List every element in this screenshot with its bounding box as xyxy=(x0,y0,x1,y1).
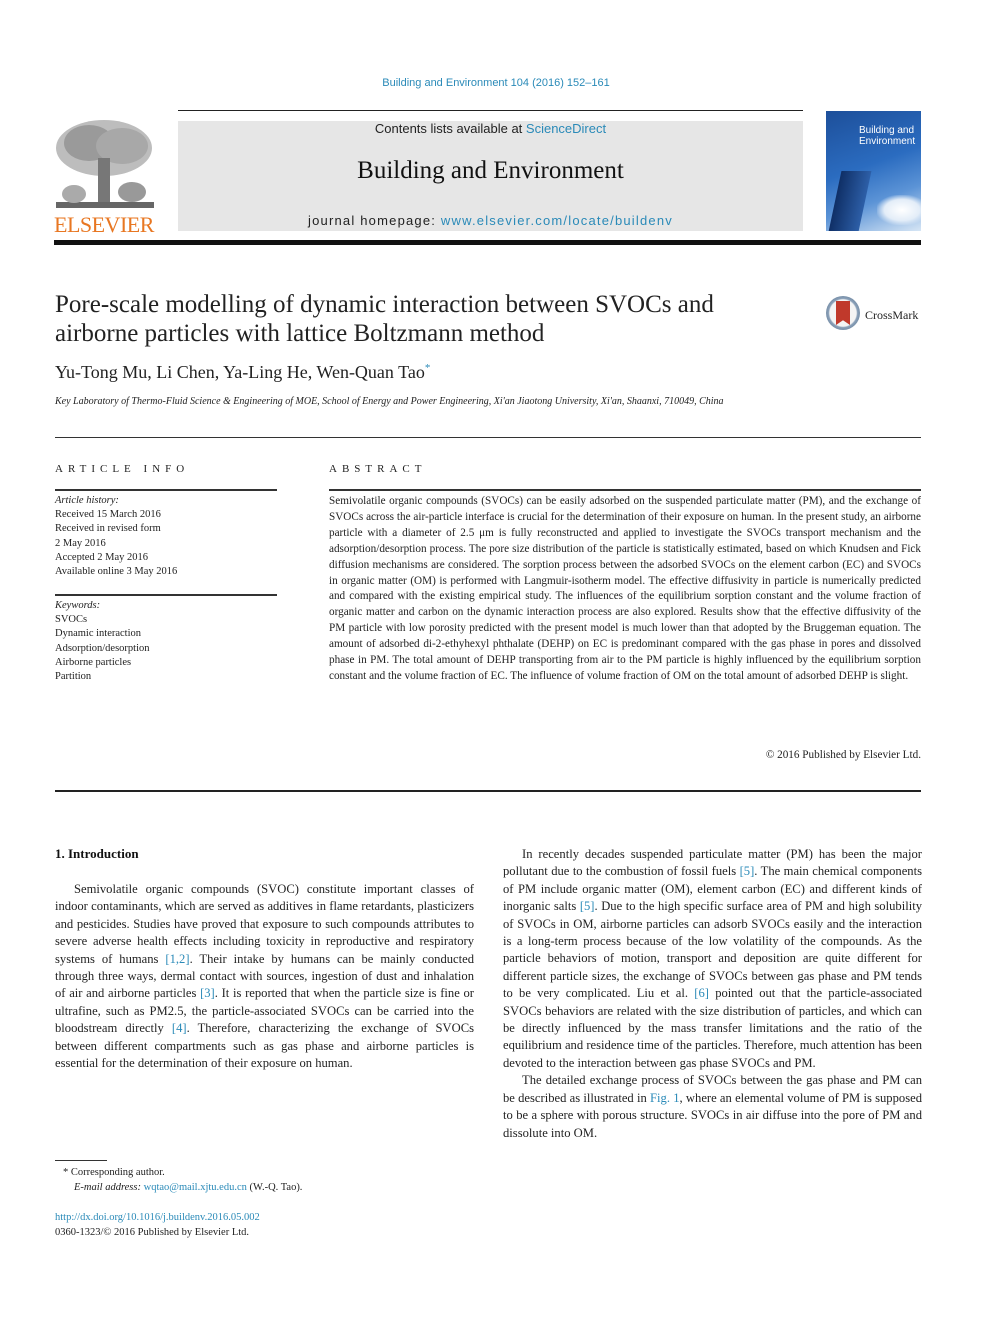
keyword: Adsorption/desorption xyxy=(55,642,150,654)
email-line: E-mail address: wqtao@mail.xjtu.edu.cn (… xyxy=(55,1180,302,1195)
author-list: Yu-Tong Mu, Li Chen, Ya-Ling He, Wen-Qua… xyxy=(55,362,430,383)
abstract-text: Semivolatile organic compounds (SVOCs) c… xyxy=(329,495,921,682)
paragraph: In recently decades suspended particulat… xyxy=(503,846,922,1072)
journal-cover-thumbnail[interactable]: Building and Environment xyxy=(826,111,921,231)
email-link[interactable]: wqtao@mail.xjtu.edu.cn xyxy=(144,1182,247,1193)
history-label: Article history: xyxy=(55,495,119,506)
corresponding-author-footnote: * Corresponding author. E-mail address: … xyxy=(55,1165,302,1195)
header-thick-rule xyxy=(54,240,921,245)
keyword: SVOCs xyxy=(55,614,88,626)
left-column: Semivolatile organic compounds (SVOC) co… xyxy=(55,881,474,1072)
email-suffix: (W.-Q. Tao). xyxy=(246,1182,303,1193)
elsevier-wordmark: ELSEVIER xyxy=(54,212,154,237)
doi-block: http://dx.doi.org/10.1016/j.buildenv.201… xyxy=(55,1210,260,1240)
paragraph: Semivolatile organic compounds (SVOC) co… xyxy=(55,881,474,1072)
keywords: Keywords: SVOCs Dynamic interaction Adso… xyxy=(55,599,150,684)
abstract-heading: ABSTRACT xyxy=(329,463,427,475)
keywords-rule xyxy=(55,594,277,596)
homepage-label: journal homepage: xyxy=(308,213,441,228)
history-item: Accepted 2 May 2016 xyxy=(55,551,149,563)
cover-title-line: Building and xyxy=(859,125,915,136)
keyword: Airborne particles xyxy=(55,656,132,668)
header-rule xyxy=(178,110,803,111)
reference-link[interactable]: [3] xyxy=(200,986,215,1000)
reference-link[interactable]: [4] xyxy=(172,1021,187,1035)
journal-masthead: Contents lists available at ScienceDirec… xyxy=(178,121,803,231)
authors-names: Yu-Tong Mu, Li Chen, Ya-Ling He, Wen-Qua… xyxy=(55,362,425,382)
doi-link[interactable]: http://dx.doi.org/10.1016/j.buildenv.201… xyxy=(55,1210,260,1225)
history-item: 2 May 2016 xyxy=(55,537,106,549)
affiliation: Key Laboratory of Thermo-Fluid Science &… xyxy=(55,396,724,407)
keyword: Dynamic interaction xyxy=(55,628,142,640)
abstract-copyright: © 2016 Published by Elsevier Ltd. xyxy=(765,749,921,761)
journal-citation[interactable]: Building and Environment 104 (2016) 152–… xyxy=(0,77,992,89)
journal-homepage-line: journal homepage: www.elsevier.com/locat… xyxy=(178,213,803,228)
cover-building-image xyxy=(826,171,872,231)
keywords-label: Keywords: xyxy=(55,600,101,611)
paragraph: The detailed exchange process of SVOCs b… xyxy=(503,1072,922,1142)
crossmark-label: CrossMark xyxy=(865,308,919,322)
article-info-rule xyxy=(55,489,277,491)
article-info-heading: ARTICLE INFO xyxy=(55,463,190,475)
history-item: Received 15 March 2016 xyxy=(55,509,161,521)
right-column: In recently decades suspended particulat… xyxy=(503,846,922,1142)
contents-label: Contents lists available at xyxy=(374,121,526,136)
homepage-link[interactable]: www.elsevier.com/locate/buildenv xyxy=(441,213,673,228)
abstract-end-rule xyxy=(55,790,921,792)
reference-link[interactable]: [1,2] xyxy=(165,952,189,966)
footnote-rule xyxy=(55,1160,107,1161)
article-history: Article history: Received 15 March 2016 … xyxy=(55,494,177,579)
history-item: Available online 3 May 2016 xyxy=(55,566,178,578)
keyword: Partition xyxy=(55,671,92,683)
reference-link[interactable]: [5] xyxy=(580,899,595,913)
issn-copyright: 0360-1323/© 2016 Published by Elsevier L… xyxy=(55,1227,250,1238)
crossmark-button[interactable]: CrossMark xyxy=(826,296,926,336)
figure-link[interactable]: Fig. 1 xyxy=(650,1091,680,1105)
sciencedirect-link[interactable]: ScienceDirect xyxy=(526,121,606,136)
reference-link[interactable]: [5] xyxy=(740,864,755,878)
corresponding-author-mark[interactable]: * xyxy=(425,362,431,374)
cover-cloud-image xyxy=(877,195,921,225)
abstract-rule xyxy=(329,489,921,491)
contents-line: Contents lists available at ScienceDirec… xyxy=(178,121,803,136)
email-label: E-mail address: xyxy=(74,1182,144,1193)
journal-title: Building and Environment xyxy=(357,157,624,184)
section-heading-introduction: 1. Introduction xyxy=(55,846,139,861)
cover-title: Building and Environment xyxy=(859,125,915,147)
article-title: Pore-scale modelling of dynamic interact… xyxy=(55,291,714,347)
history-item: Received in revised form xyxy=(55,523,161,535)
reference-link[interactable]: [6] xyxy=(694,986,709,1000)
cover-title-line: Environment xyxy=(859,136,916,147)
corresponding-author-label: * Corresponding author. xyxy=(63,1167,165,1178)
affiliation-rule xyxy=(55,437,921,438)
